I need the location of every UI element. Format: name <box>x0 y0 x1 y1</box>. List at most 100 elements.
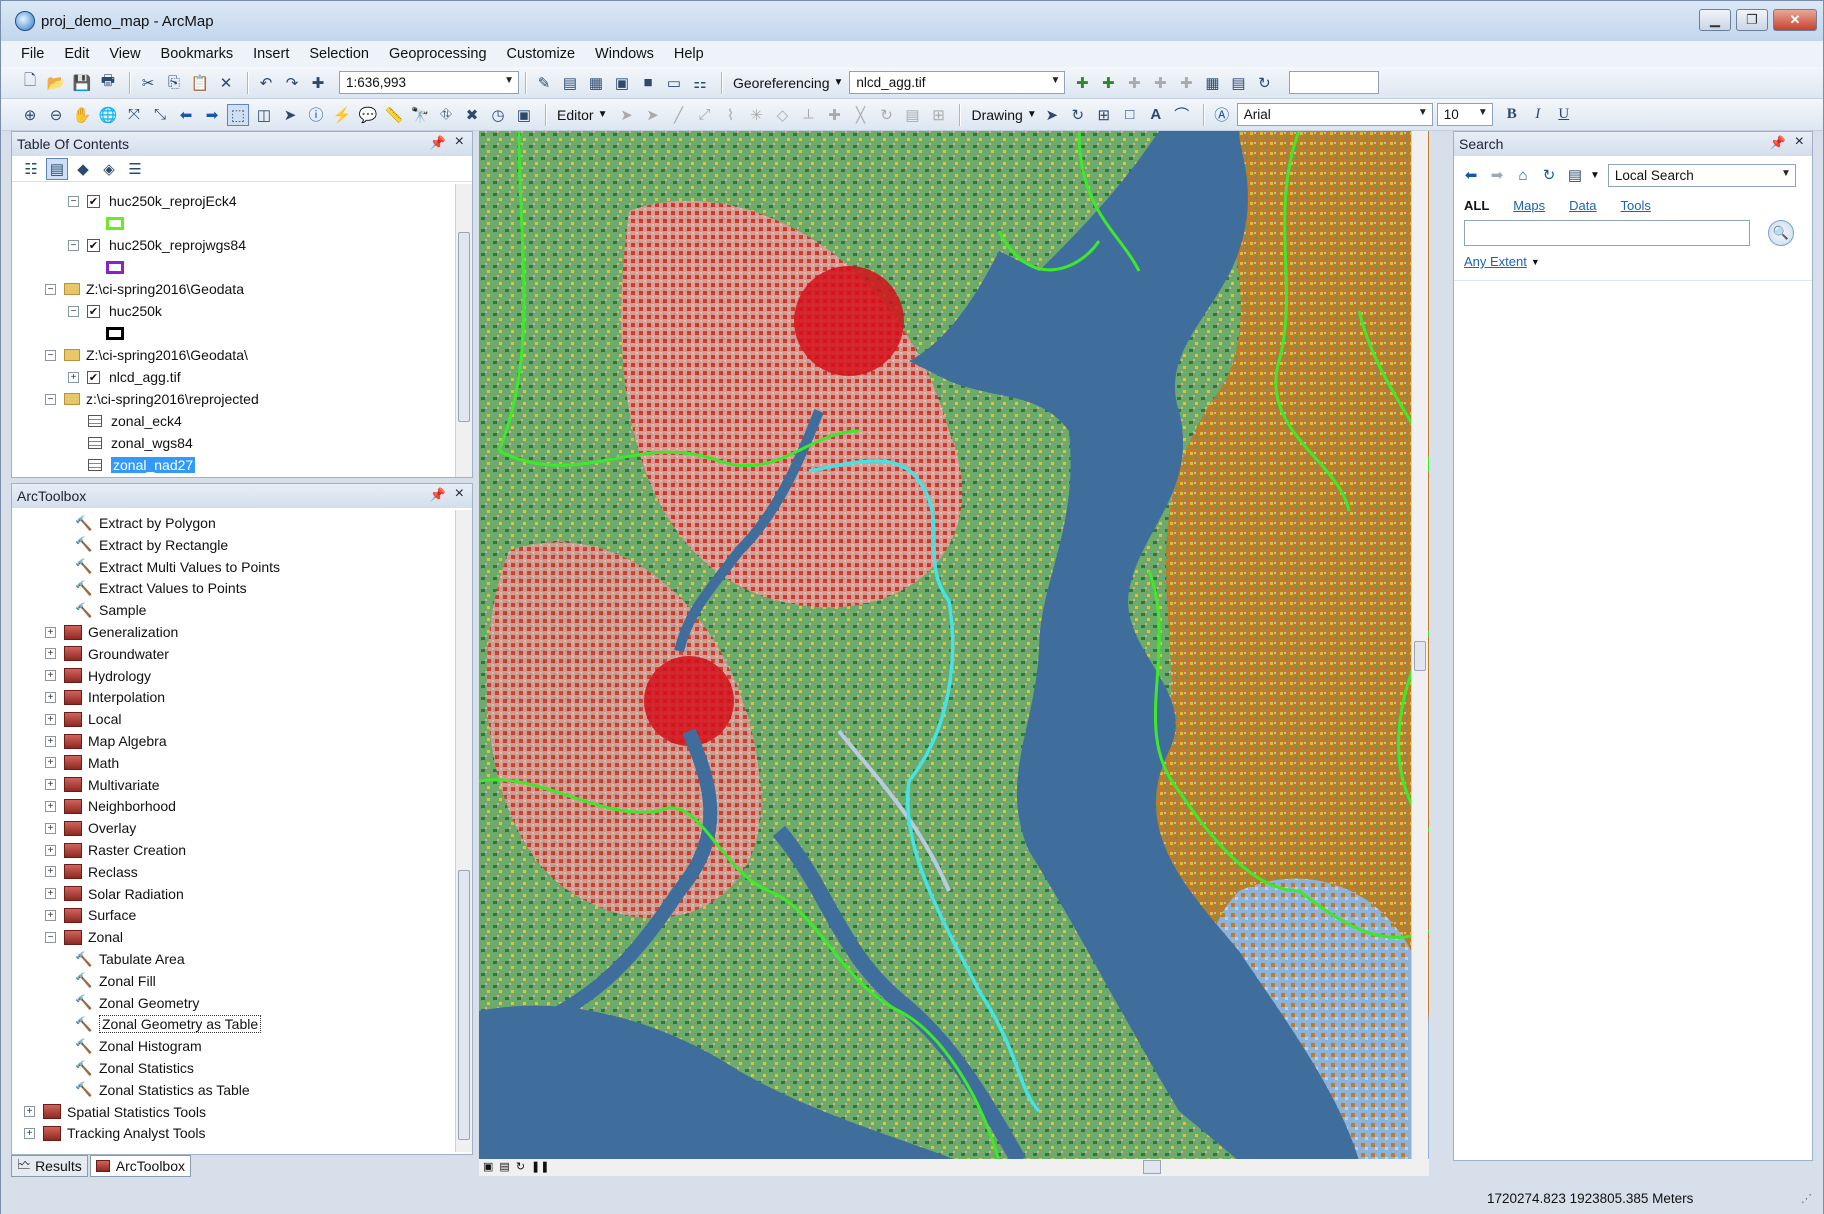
close-icon[interactable]: × <box>1795 133 1804 151</box>
expand-icon[interactable]: + <box>68 371 79 383</box>
edit-vertices-icon[interactable]: ◇ <box>771 104 793 126</box>
map-horizontal-scrollbar[interactable]: ▣ ▤ ↻ ❚❚ <box>479 1159 1429 1176</box>
text-icon[interactable]: A <box>1145 104 1167 126</box>
expand-icon[interactable]: + <box>24 1106 35 1118</box>
expand-icon[interactable]: + <box>45 779 56 791</box>
collapse-icon[interactable]: − <box>68 305 79 317</box>
add-data-icon[interactable]: ✚ <box>307 72 329 94</box>
toolbox-item[interactable]: + Spatial Statistics Tools <box>24 1101 206 1123</box>
tool-item[interactable]: 🔨 Sample <box>75 599 146 621</box>
rotate-element-icon[interactable]: ↻ <box>1067 104 1089 126</box>
menu-bookmarks[interactable]: Bookmarks <box>161 46 234 62</box>
modelbuilder-icon[interactable]: ⚏ <box>689 72 711 94</box>
toolset-item[interactable]: + Reclass <box>45 861 138 883</box>
tool-item[interactable]: 🔨 Extract Values to Points <box>75 577 246 599</box>
editor-menu[interactable]: Editor <box>557 107 594 123</box>
viewer-icon[interactable]: ▦ <box>1201 72 1223 94</box>
forward-extent-icon[interactable]: ➡ <box>201 104 223 126</box>
list-by-source-icon[interactable]: ▤ <box>46 157 68 180</box>
find-icon[interactable]: 🔭 <box>409 104 431 126</box>
toc-window-icon[interactable]: ▤ <box>559 72 581 94</box>
drawing-menu[interactable]: Drawing <box>971 107 1022 123</box>
refresh-icon[interactable]: ↻ <box>1538 164 1560 186</box>
cut-polygons-icon[interactable]: ✚ <box>823 104 845 126</box>
list-by-visibility-icon[interactable]: ◆ <box>72 158 94 180</box>
map-vertical-scrollbar[interactable] <box>1411 131 1428 1161</box>
hyperlink-icon[interactable]: ⚡ <box>331 104 353 126</box>
layer-visibility-checkbox[interactable]: ✔ <box>87 238 100 252</box>
menu-customize[interactable]: Customize <box>507 46 576 62</box>
toc-folder-row[interactable]: − Z:\ci-spring2016\Geodata <box>45 278 244 300</box>
toolset-item[interactable]: + Generalization <box>45 621 178 643</box>
search-window-icon[interactable]: ▣ <box>611 72 633 94</box>
expand-icon[interactable]: + <box>45 735 56 747</box>
font-size-combo[interactable]: 10 ▼ <box>1436 103 1493 126</box>
zoom-out-icon[interactable]: ⊖ <box>45 104 67 126</box>
toolbox-item[interactable]: + Tracking Analyst Tools <box>24 1122 206 1144</box>
menu-view[interactable]: View <box>109 46 140 62</box>
delete-link-icon[interactable]: ✚ <box>1175 72 1197 94</box>
pin-icon[interactable]: 📌 <box>430 487 446 503</box>
tool-item[interactable]: 🔨 Extract Multi Values to Points <box>75 556 280 578</box>
copy-icon[interactable]: ⎘ <box>163 72 185 94</box>
menu-windows[interactable]: Windows <box>595 46 654 62</box>
end-point-arc-icon[interactable]: ⤢ <box>693 104 715 126</box>
toolset-item[interactable]: + Overlay <box>45 817 136 839</box>
find-route-icon[interactable]: ⛗ <box>435 104 457 126</box>
sketch-properties-icon[interactable]: ⊞ <box>927 104 949 126</box>
list-by-selection-icon[interactable]: ◈ <box>98 158 120 180</box>
scrollbar-thumb[interactable] <box>1143 1160 1161 1174</box>
menu-geoprocessing[interactable]: Geoprocessing <box>389 46 487 62</box>
html-popup-icon[interactable]: 💬 <box>357 104 379 126</box>
map-scale-combo[interactable]: 1:636,993 ▼ <box>339 71 519 94</box>
toolset-item[interactable]: + Groundwater <box>45 643 169 665</box>
minimize-button[interactable]: ▁ <box>1699 9 1731 31</box>
expand-icon[interactable]: + <box>45 866 56 878</box>
font-name-combo[interactable]: Arial ▼ <box>1236 103 1433 126</box>
bold-button[interactable]: B <box>1501 104 1523 126</box>
straight-segment-icon[interactable]: ╱ <box>667 104 689 126</box>
python-window-icon[interactable]: ▭ <box>663 72 685 94</box>
rotate-edit-icon[interactable]: ↻ <box>875 104 897 126</box>
expand-icon[interactable]: + <box>24 1127 35 1139</box>
toc-table-row[interactable]: zonal_nad27 <box>88 454 196 476</box>
close-button[interactable]: ✕ <box>1773 9 1817 31</box>
list-by-drawing-order-icon[interactable]: ☷ <box>20 158 42 180</box>
new-icon[interactable]: 🗋 <box>19 72 41 94</box>
attributes-icon[interactable]: ▤ <box>901 104 923 126</box>
toolset-item[interactable]: + Math <box>45 752 119 774</box>
search-input[interactable] <box>1464 220 1750 246</box>
scrollbar-thumb[interactable] <box>1414 641 1426 671</box>
scrollbar-thumb[interactable] <box>458 232 470 422</box>
full-extent-icon[interactable]: 🌐 <box>97 104 119 126</box>
edit-vertices-drawing-icon[interactable]: ⌒ <box>1171 104 1193 126</box>
toolset-item[interactable]: + Solar Radiation <box>45 883 184 905</box>
print-icon[interactable]: 🖶 <box>97 72 119 94</box>
filter-all[interactable]: ALL <box>1464 198 1489 213</box>
tool-item[interactable]: 🔨 Tabulate Area <box>75 948 184 970</box>
home-icon[interactable]: ⌂ <box>1512 164 1534 186</box>
fixed-zoom-out-icon[interactable]: ⤡ <box>149 104 171 126</box>
clear-selection-icon[interactable]: ◫ <box>253 104 275 126</box>
layer-visibility-checkbox[interactable]: ✔ <box>87 194 100 208</box>
delete-icon[interactable]: ✕ <box>215 72 237 94</box>
search-button[interactable]: 🔍 <box>1768 220 1794 246</box>
undo-icon[interactable]: ↶ <box>255 72 277 94</box>
tool-item[interactable]: 🔨 Zonal Histogram <box>75 1035 201 1057</box>
toolset-item[interactable]: + Local <box>45 708 121 730</box>
point-icon[interactable]: ✳ <box>745 104 767 126</box>
extent-filter[interactable]: Any Extent ▼ <box>1464 254 1540 269</box>
fixed-zoom-in-icon[interactable]: ⤧ <box>123 104 145 126</box>
collapse-icon[interactable]: − <box>45 931 56 943</box>
layout-view-icon[interactable]: ▤ <box>499 1160 509 1173</box>
collapse-icon[interactable]: − <box>45 349 56 361</box>
pause-drawing-icon[interactable]: ❚❚ <box>531 1160 549 1173</box>
arctoolbox-icon[interactable]: ■ <box>637 72 659 94</box>
cut-icon[interactable]: ✂ <box>137 72 159 94</box>
georef-layer-combo[interactable]: nlcd_agg.tif ▼ <box>849 71 1066 94</box>
tool-item[interactable]: 🔨 Zonal Geometry as Table <box>75 1013 262 1035</box>
select-elements-icon[interactable]: ➤ <box>279 104 301 126</box>
toc-layer-row[interactable]: + ✔ nlcd_agg.tif <box>68 366 181 388</box>
back-extent-icon[interactable]: ⬅ <box>175 104 197 126</box>
rectangle-icon[interactable]: □ <box>1119 104 1141 126</box>
